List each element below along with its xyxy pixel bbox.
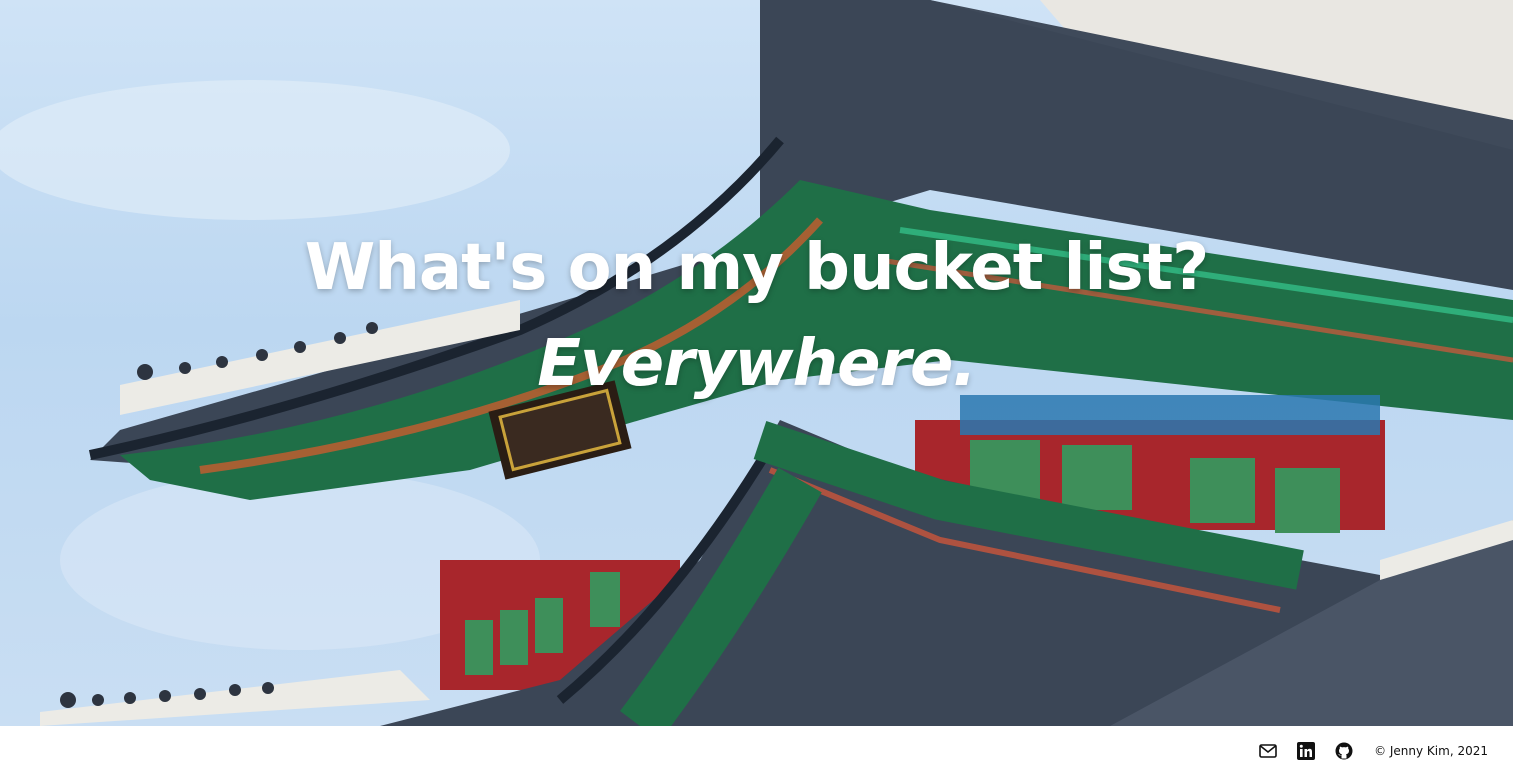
envelope-icon[interactable] — [1258, 741, 1278, 761]
headline-answer: Everywhere. — [537, 327, 977, 401]
github-icon[interactable] — [1334, 741, 1354, 761]
hero-headline: What's on my bucket list? Everywhere. — [0, 228, 1513, 404]
hero-section: What's on my bucket list? Everywhere. — [0, 0, 1513, 726]
copyright-text: © Jenny Kim, 2021 — [1374, 744, 1488, 758]
footer: © Jenny Kim, 2021 — [0, 726, 1513, 776]
linkedin-icon[interactable] — [1296, 741, 1316, 761]
headline-question: What's on my bucket list? — [304, 231, 1210, 305]
